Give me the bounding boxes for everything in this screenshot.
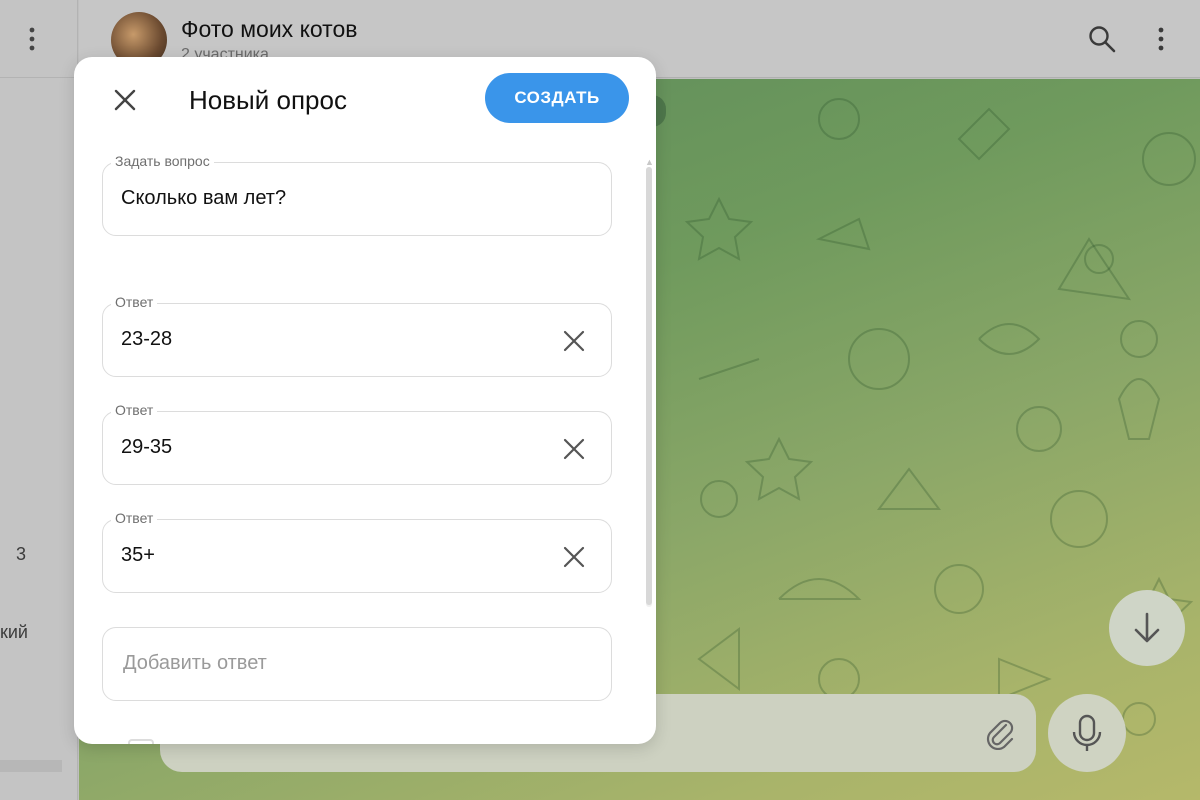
answer-field-2[interactable]: Ответ 29-35 (102, 402, 612, 485)
dialog-title: Новый опрос (189, 85, 347, 115)
arrow-down-icon (1134, 612, 1160, 643)
voice-message-button[interactable] (1048, 694, 1126, 772)
close-dialog-button[interactable] (108, 83, 142, 117)
dialog-scrollbar[interactable]: ▲ (644, 157, 654, 607)
chat-name-fragment: кий (0, 622, 28, 642)
sidebar-scroll-hint (0, 760, 62, 772)
sidebar-header (0, 0, 77, 78)
checkbox-partial[interactable] (128, 739, 154, 744)
remove-answer-button[interactable] (559, 434, 589, 464)
answer-label: Ответ (111, 510, 158, 526)
answer-field-1[interactable]: Ответ 23-28 (102, 294, 612, 377)
answer-input[interactable]: 23-28 (121, 328, 172, 351)
paperclip-icon[interactable] (982, 716, 1016, 750)
question-label: Задать вопрос (111, 153, 214, 169)
add-answer-field[interactable]: Добавить ответ (102, 627, 612, 701)
microphone-icon (1072, 714, 1102, 751)
chat-list-sidebar: 3 кий (0, 0, 78, 800)
create-poll-button[interactable]: СОЗДАТЬ (485, 73, 629, 123)
question-field[interactable]: Задать вопрос Сколько вам лет? (102, 153, 612, 236)
answer-input[interactable]: 29-35 (121, 436, 172, 459)
remove-icon (563, 546, 585, 568)
remove-answer-button[interactable] (559, 326, 589, 356)
answer-label: Ответ (111, 294, 158, 310)
chat-title[interactable]: Фото моих котов (181, 16, 357, 43)
answer-label: Ответ (111, 402, 158, 418)
remove-answer-button[interactable] (559, 542, 589, 572)
scroll-down-button[interactable] (1109, 590, 1185, 666)
close-icon (114, 89, 136, 111)
header-kebab-menu-icon[interactable] (1151, 22, 1171, 56)
remove-icon (563, 438, 585, 460)
sidebar-kebab-menu-icon[interactable] (22, 22, 42, 56)
scroll-up-arrow-icon[interactable]: ▲ (645, 157, 654, 167)
answer-input[interactable]: 35+ (121, 544, 155, 567)
search-icon[interactable] (1087, 24, 1117, 54)
add-answer-placeholder: Добавить ответ (123, 652, 267, 674)
scrollbar-thumb[interactable] (646, 167, 652, 605)
new-poll-dialog: Новый опрос СОЗДАТЬ Задать вопрос Скольк… (74, 57, 656, 744)
question-input[interactable]: Сколько вам лет? (121, 187, 286, 210)
answer-field-3[interactable]: Ответ 35+ (102, 510, 612, 593)
unread-count: 3 (16, 544, 27, 564)
remove-icon (563, 330, 585, 352)
